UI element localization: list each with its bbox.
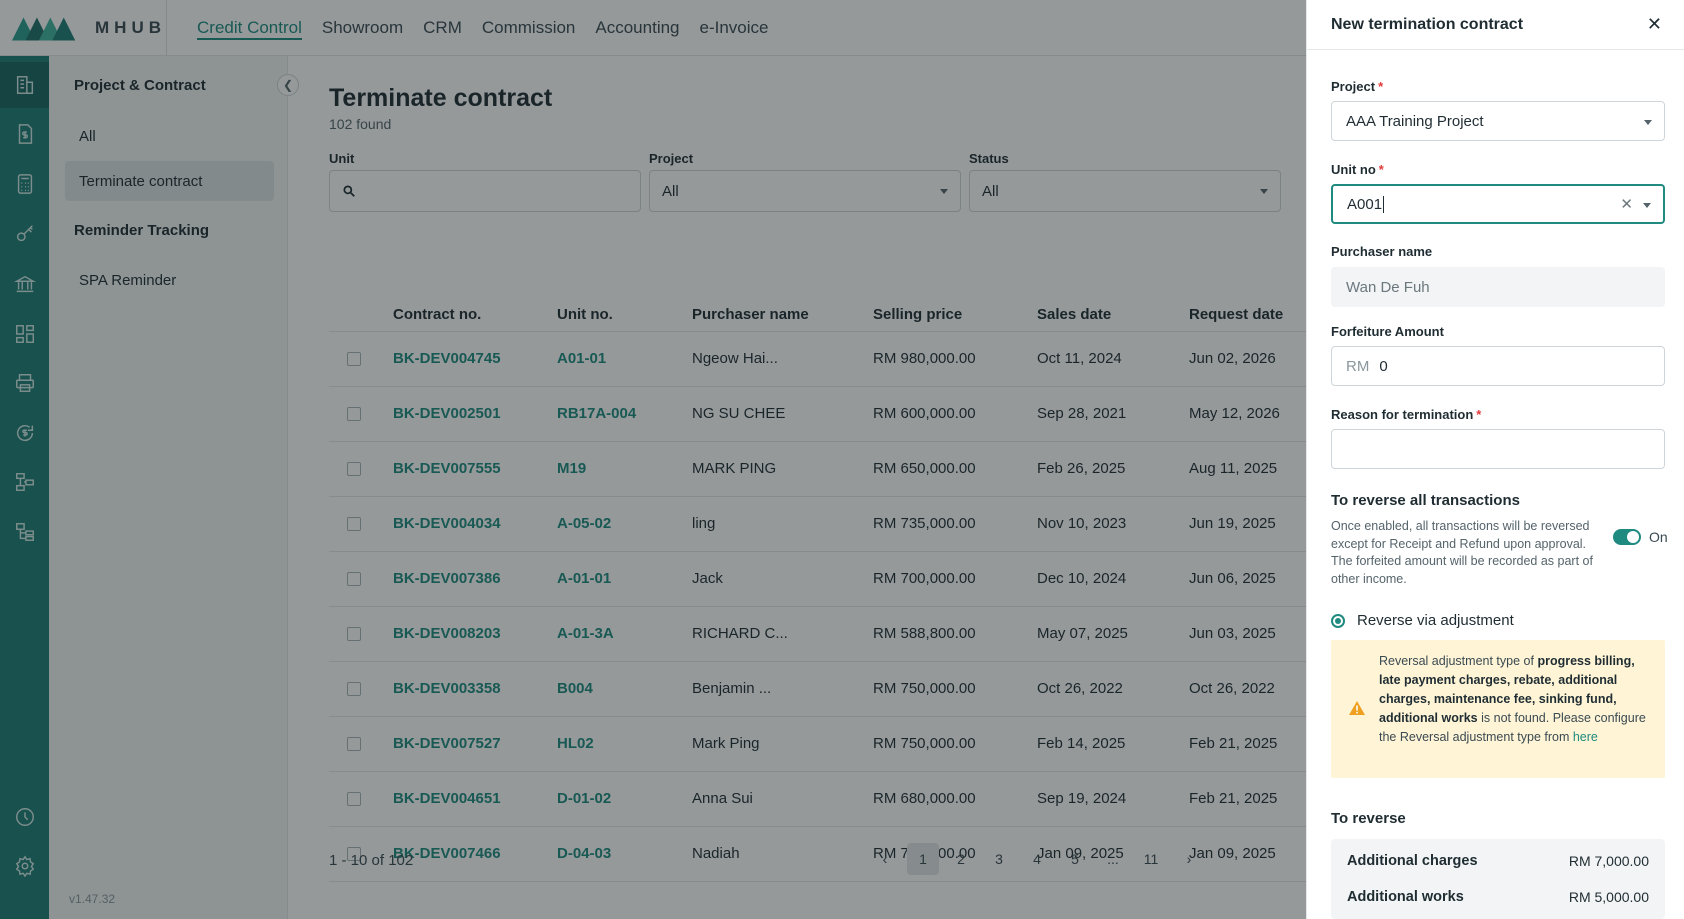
to-reverse-title: To reverse xyxy=(1331,810,1406,827)
warning-box: Reversal adjustment type of progress bil… xyxy=(1331,640,1665,778)
reverse-transactions-description: Once enabled, all transactions will be r… xyxy=(1331,519,1593,586)
unit-no-value: A001 xyxy=(1347,195,1383,213)
reason-label: Reason for termination * xyxy=(1331,407,1482,422)
warning-icon xyxy=(1349,701,1365,715)
project-select[interactable]: AAA Training Project xyxy=(1331,101,1665,141)
unit-no-select[interactable]: A001 ✕ xyxy=(1331,184,1665,224)
caret-down-icon xyxy=(1643,203,1651,208)
configure-here-link[interactable]: here xyxy=(1573,730,1598,744)
reverse-item-amount: RM 5,000.00 xyxy=(1568,889,1649,905)
new-termination-drawer: New termination contract ✕ Project * AAA … xyxy=(1306,0,1684,919)
reverse-transactions-toggle[interactable] xyxy=(1613,529,1641,545)
reverse-item-label: Additional works xyxy=(1347,889,1464,905)
project-label: Project * xyxy=(1331,79,1384,94)
warning-text: Reversal adjustment type of progress bil… xyxy=(1379,654,1646,744)
purchaser-name-label: Purchaser name xyxy=(1331,244,1433,259)
to-reverse-list: Additional charges RM 7,000.00 Additiona… xyxy=(1331,839,1665,919)
reverse-via-adjustment-radio[interactable] xyxy=(1331,614,1345,628)
clear-icon[interactable]: ✕ xyxy=(1620,195,1633,213)
caret-down-icon xyxy=(1644,120,1652,125)
reverse-item-label: Additional charges xyxy=(1347,853,1478,869)
forfeiture-amount-label: Forfeiture Amount xyxy=(1331,324,1444,339)
reason-input[interactable] xyxy=(1331,429,1665,469)
forfeiture-amount-value: 0 xyxy=(1379,357,1388,375)
forfeiture-amount-input[interactable]: RM 0 xyxy=(1331,346,1665,386)
unit-no-label: Unit no * xyxy=(1331,162,1384,177)
purchaser-name-field: Wan De Fuh xyxy=(1331,267,1665,307)
project-select-value: AAA Training Project xyxy=(1346,112,1484,130)
modal-backdrop[interactable] xyxy=(0,0,1306,919)
purchaser-name-value: Wan De Fuh xyxy=(1346,278,1430,296)
reverse-transactions-title: To reverse all transactions xyxy=(1331,492,1520,509)
toggle-state-label: On xyxy=(1649,529,1668,545)
close-icon[interactable]: ✕ xyxy=(1647,14,1662,35)
reverse-via-adjustment-label[interactable]: Reverse via adjustment xyxy=(1357,612,1514,629)
reverse-item-amount: RM 7,000.00 xyxy=(1568,853,1649,869)
drawer-header: New termination contract ✕ xyxy=(1307,0,1684,50)
currency-prefix: RM xyxy=(1346,357,1370,375)
drawer-title: New termination contract xyxy=(1331,15,1524,33)
